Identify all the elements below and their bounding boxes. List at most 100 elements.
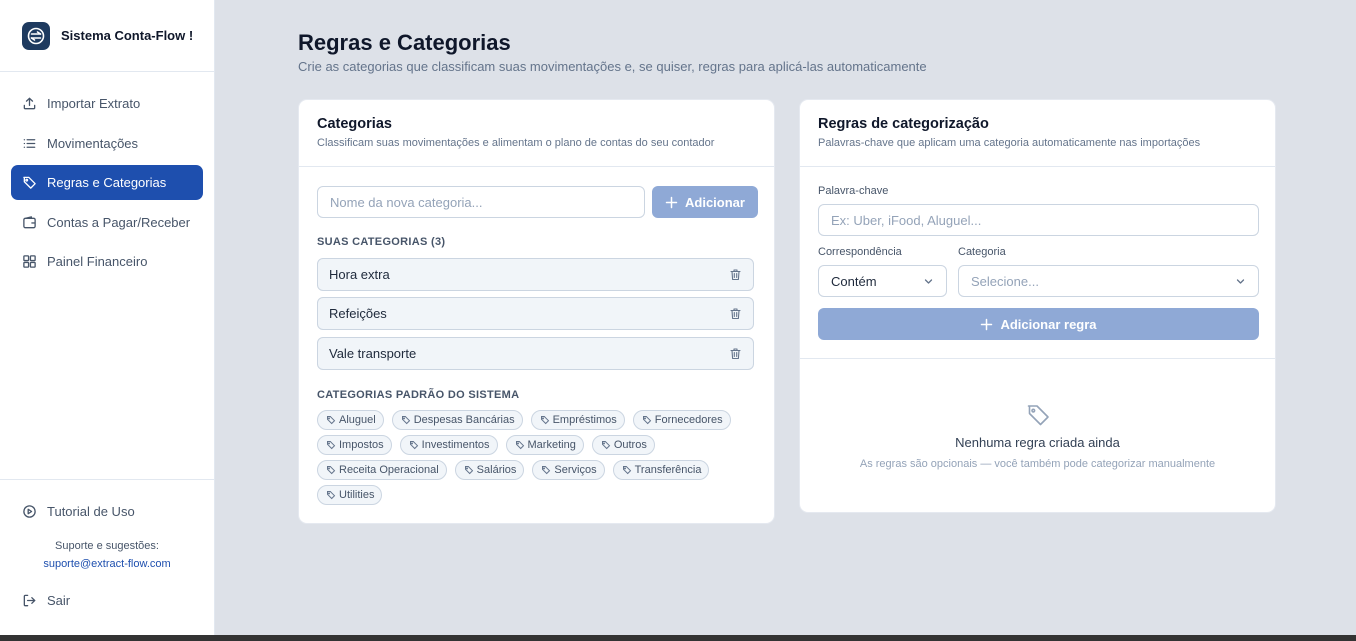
sidebar-item-label: Movimentações [47,135,139,151]
rules-card-header: Regras de categorização Palavras-chave q… [800,100,1275,167]
dashboard-icon [23,255,36,268]
category-chip: Receita Operacional [317,460,447,480]
category-chip: Utilities [317,485,383,505]
sidebar-item-contas-pagar-receber[interactable]: Contas a Pagar/Receber [11,205,203,240]
add-category-label: Adicionar [685,194,745,210]
plus-icon [665,196,678,208]
keyword-input[interactable]: Ex: Uber, iFood, Aluguel... [818,204,1259,236]
sidebar-item-movimentacoes[interactable]: Movimentações [11,126,203,161]
tag-icon [401,416,410,425]
new-category-placeholder: Nome da nova categoria... [330,194,483,210]
sidebar-item-label: Regras e Categorias [47,175,167,190]
upload-icon [23,97,36,110]
empty-title: Nenhuma regra criada ainda [955,435,1120,450]
keyword-label: Palavra-chave [818,185,889,197]
sidebar-item-label: Painel Financeiro [47,254,148,269]
match-select[interactable]: Contém [818,265,947,297]
brand: Sistema Conta-Flow ! [0,0,214,72]
category-chip: Fornecedores [632,410,731,430]
tag-icon [542,466,551,475]
categories-card-title: Categorias [317,116,392,132]
category-chip: Serviços [532,460,605,480]
category-name: Hora extra [329,267,390,282]
category-chip: Aluguel [317,410,384,430]
category-chip: Empréstimos [530,410,625,430]
rules-card-title: Regras de categorização [818,116,989,132]
category-name: Vale transporte [329,346,417,361]
plus-icon [981,318,993,330]
logout-icon [23,594,36,607]
divider [800,358,1275,359]
tag-icon [540,416,549,425]
list-item: Refeições [317,297,754,330]
list-icon [23,138,36,148]
trash-icon[interactable] [729,307,742,320]
match-select-value: Contém [831,273,877,289]
category-label: Categoria [958,246,1006,258]
list-item: Hora extra [317,258,754,291]
brand-title: Sistema Conta-Flow ! [61,28,194,43]
categories-card: Categorias Classificam suas movimentaçõe… [298,99,775,524]
sidebar-item-regras-categorias[interactable]: Regras e Categorias [11,165,203,200]
sidebar: Sistema Conta-Flow ! Importar Extrato Mo… [0,0,215,635]
categories-card-header: Categorias Classificam suas movimentaçõe… [299,100,774,167]
add-category-button[interactable]: Adicionar [652,186,758,218]
add-rule-label: Adicionar regra [1000,316,1097,332]
add-rule-button[interactable]: Adicionar regra [818,308,1259,340]
category-chip: Despesas Bancárias [391,410,523,430]
support-info: Suporte e sugestões: suporte@extract-flo… [11,537,203,573]
category-chip: Transferência [612,460,710,480]
list-item: Vale transporte [317,337,754,370]
sidebar-nav: Importar Extrato Movimentações Regras e … [0,72,214,279]
rules-card-description: Palavras-chave que aplicam uma categoria… [818,137,1201,149]
tag-icon [622,466,631,475]
category-chip: Salários [454,460,525,480]
brand-logo-icon [22,21,50,50]
chevron-down-icon [924,278,933,284]
tag-icon [515,441,524,450]
sidebar-item-importar-extrato[interactable]: Importar Extrato [11,86,203,121]
support-label: Suporte e sugestões: [55,540,159,552]
category-chip: Marketing [505,435,584,455]
tag-icon [327,441,336,450]
tag-icon [23,176,36,189]
trash-icon[interactable] [729,347,742,360]
play-circle-icon [23,505,36,518]
logout-label: Sair [47,593,71,608]
sidebar-item-painel-financeiro[interactable]: Painel Financeiro [11,244,203,279]
category-chip: Impostos [317,435,392,455]
new-category-input[interactable]: Nome da nova categoria... [317,186,645,218]
default-categories-list: Aluguel Despesas Bancárias Empréstimos F… [317,410,757,510]
categories-card-description: Classificam suas movimentações e aliment… [317,137,715,149]
page-subtitle: Crie as categorias que classificam suas … [298,59,927,74]
rules-card: Regras de categorização Palavras-chave q… [799,99,1276,513]
tag-icon [327,466,336,475]
category-chip: Outros [591,435,655,455]
tutorial-label: Tutorial de Uso [47,504,135,519]
rules-empty-state: Nenhuma regra criada ainda As regras são… [800,402,1275,470]
default-categories-label: CATEGORIAS PADRÃO DO SISTEMA [317,389,520,401]
app-window: Sistema Conta-Flow ! Importar Extrato Mo… [0,0,1356,635]
sidebar-item-label: Importar Extrato [47,96,141,111]
logout-button[interactable]: Sair [11,583,203,618]
category-select-placeholder: Selecione... [971,273,1039,289]
tag-icon [601,441,611,450]
trash-icon[interactable] [729,268,742,281]
tag-icon [642,416,651,425]
category-chip: Investimentos [399,435,498,455]
tag-icon [327,416,336,425]
match-label: Correspondência [818,246,902,258]
taskbar-strip [0,635,1356,641]
wallet-icon [23,215,36,228]
page-title: Regras e Categorias [298,30,511,55]
tag-icon [327,491,336,500]
category-name: Refeições [329,306,387,321]
tutorial-link[interactable]: Tutorial de Uso [11,494,203,529]
support-email-link[interactable]: suporte@extract-flow.com [11,555,203,573]
category-select[interactable]: Selecione... [958,265,1259,297]
your-categories-label: SUAS CATEGORIAS (3) [317,236,446,248]
empty-description: As regras são opcionais — você também po… [859,458,1216,470]
keyword-placeholder: Ex: Uber, iFood, Aluguel... [831,212,982,228]
chevron-down-icon [1236,278,1245,284]
tag-icon [1027,405,1049,426]
